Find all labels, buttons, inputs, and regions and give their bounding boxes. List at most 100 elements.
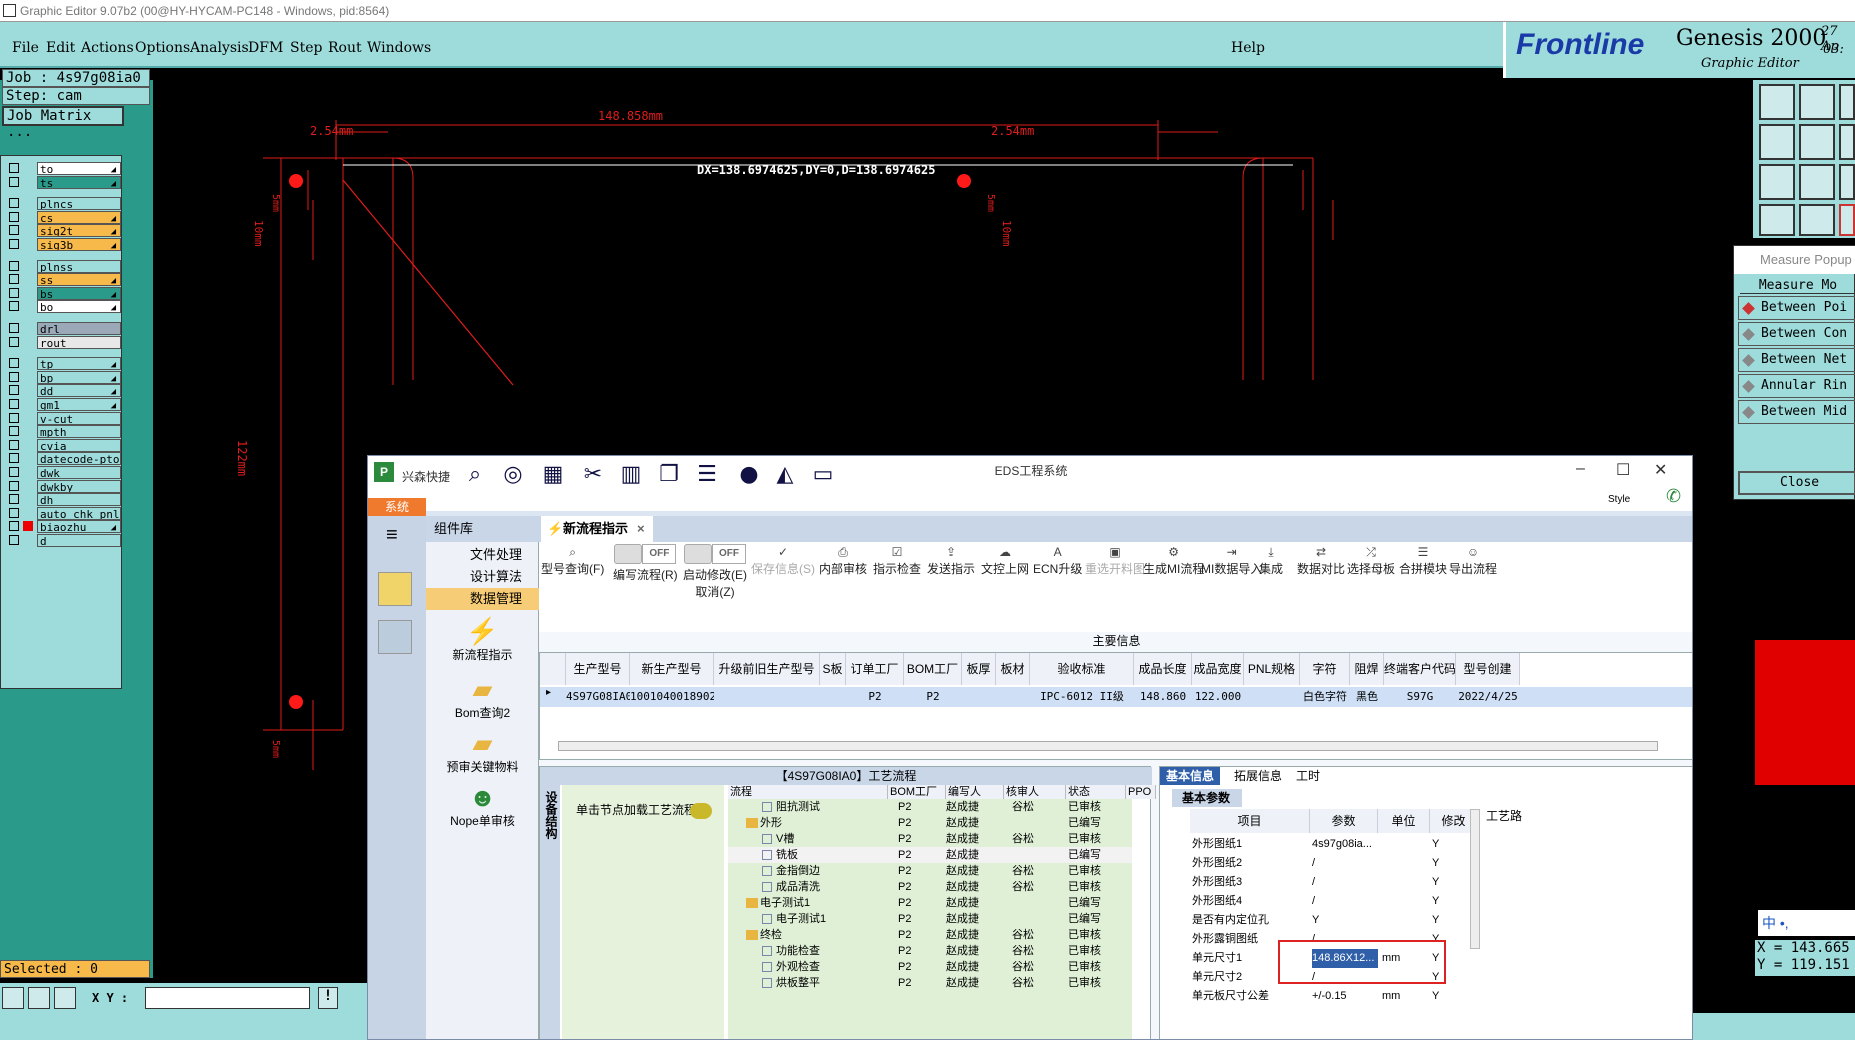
layer-checkbox[interactable] xyxy=(9,412,19,423)
layer-name[interactable]: rout xyxy=(37,335,121,349)
toolbar-button-5[interactable]: ☑ 指示检查 xyxy=(873,544,921,577)
layer-checkbox[interactable] xyxy=(9,521,19,532)
table-cell[interactable]: 2022/4/25 xyxy=(1456,687,1520,707)
column-header[interactable]: 新生产型号 xyxy=(630,653,714,685)
info-row[interactable]: 外形图纸4 / Y xyxy=(1160,892,1692,911)
toolbar-button-13[interactable]: ⇄ 数据对比 xyxy=(1297,544,1345,577)
layer-checkbox[interactable] xyxy=(9,480,19,491)
basic-params-tab[interactable]: 基本参数 xyxy=(1172,789,1242,807)
table-cell[interactable]: 4S97G08IA0 xyxy=(566,687,630,707)
hamburger-icon[interactable]: ≡ xyxy=(386,524,398,547)
minimize-icon[interactable]: – xyxy=(1576,460,1585,478)
info-cell-param[interactable]: / xyxy=(1312,892,1378,911)
layer-name[interactable]: v-cut xyxy=(37,411,121,425)
layer-name[interactable]: ◢ sig2t xyxy=(37,224,121,238)
tree-column-header[interactable]: 流程 xyxy=(728,785,888,799)
tree-column-header[interactable]: 核审人 xyxy=(1004,785,1066,799)
table-cell[interactable]: 148.860 xyxy=(1134,687,1192,707)
info-cell-param[interactable]: Y xyxy=(1312,911,1378,930)
info-column-header[interactable]: 单位 xyxy=(1378,809,1430,833)
nav-nope-review[interactable]: ☻ Nope单审核 xyxy=(426,782,539,829)
layer-name[interactable]: dh xyxy=(37,493,121,507)
info-row[interactable]: 是否有内定位孔 Y Y xyxy=(1160,911,1692,930)
calculator-icon[interactable] xyxy=(378,620,412,654)
column-header[interactable]: 型号创建 xyxy=(1456,653,1520,685)
column-header[interactable]: 订单工厂 xyxy=(846,653,904,685)
table-cell[interactable] xyxy=(962,687,996,707)
tab-new-flow[interactable]: ⚡ 新流程指示 × xyxy=(541,516,653,542)
layer-checkbox[interactable] xyxy=(9,301,19,312)
measure-option-points[interactable]: Between Poi xyxy=(1738,296,1855,320)
nav-prereview[interactable]: ▰ 预审关键物料 xyxy=(426,728,539,775)
tool-icon-11[interactable] xyxy=(1799,204,1835,236)
cancel-label[interactable]: 取消(Z) xyxy=(683,583,747,600)
toolbar-button-9[interactable]: ▣ 重选开料图 xyxy=(1085,544,1145,577)
nav-file-processing[interactable]: 文件处理 xyxy=(426,544,539,566)
layer-name[interactable]: ◢ bp xyxy=(37,370,121,384)
layer-checkbox[interactable] xyxy=(9,211,19,222)
layer-checkbox[interactable] xyxy=(9,535,19,545)
nav-bom-query[interactable]: ▰ Bom查询2 xyxy=(426,674,539,721)
table-cell[interactable] xyxy=(714,687,820,707)
info-cell-param[interactable]: / xyxy=(1312,854,1378,873)
layer-checkbox[interactable] xyxy=(9,439,19,450)
tree-row[interactable]: 电子测试1 P2 赵成捷 已编写 xyxy=(728,911,1132,927)
table-cell[interactable]: IPC-6012 II级 xyxy=(1030,687,1134,707)
ime-indicator[interactable]: 中 •, xyxy=(1758,910,1855,936)
menu-windows[interactable]: Windows xyxy=(367,40,431,56)
info-row[interactable]: 外形图纸2 / Y xyxy=(1160,854,1692,873)
tool-icon-2[interactable] xyxy=(1799,84,1835,120)
layer-checkbox[interactable] xyxy=(9,467,19,477)
process-side-tab[interactable]: 设备结构 xyxy=(540,785,560,1039)
layer-checkbox[interactable] xyxy=(9,274,19,285)
table-cell[interactable]: P2 xyxy=(904,687,962,707)
info-cell-param[interactable]: +/-0.15 xyxy=(1312,987,1378,1006)
tab-extended-info[interactable]: 拓展信息 xyxy=(1228,767,1288,785)
tool-icon-5[interactable] xyxy=(1799,124,1835,160)
layer-name[interactable]: d xyxy=(37,534,121,547)
info-row[interactable]: 外形图纸3 / Y xyxy=(1160,873,1692,892)
layer-name[interactable]: ◢ ss xyxy=(37,273,121,287)
layer-name[interactable]: auto_chk_pnl xyxy=(37,506,121,520)
column-header[interactable]: BOM工厂 xyxy=(904,653,962,685)
layer-checkbox[interactable] xyxy=(9,358,19,369)
menu-rout[interactable]: Rout xyxy=(328,40,362,56)
measure-option-contours[interactable]: Between Con xyxy=(1738,322,1855,346)
toolbar-button-3[interactable]: ✓ 保存信息(S) xyxy=(751,544,815,577)
layer-checkbox[interactable] xyxy=(9,198,19,209)
toolbar-button-11[interactable]: ⇥ MI数据导入 xyxy=(1201,544,1262,577)
menu-analysis[interactable]: Analysis xyxy=(190,40,249,56)
phone-icon[interactable]: ✆ xyxy=(1666,486,1681,507)
layer-checkbox[interactable] xyxy=(9,507,19,518)
info-cell-param[interactable]: 4s97g08ia... xyxy=(1312,835,1378,854)
toolbar-button-10[interactable]: ⚙ 生成MI流程 xyxy=(1143,544,1204,577)
measure-tool-icon[interactable] xyxy=(28,987,50,1009)
menu-file[interactable]: File xyxy=(12,40,39,56)
layer-checkbox[interactable] xyxy=(9,163,19,173)
tool-icon-3[interactable] xyxy=(1839,84,1855,120)
layer-name[interactable]: ◢ tp xyxy=(37,357,121,371)
nav-design-algorithm[interactable]: 设计算法 xyxy=(426,566,539,588)
tree-row[interactable]: V槽 P2 赵成捷 谷松 已审核 xyxy=(728,831,1132,847)
column-header[interactable]: 字符 xyxy=(1300,653,1350,685)
layer-checkbox[interactable] xyxy=(9,287,19,298)
maximize-icon[interactable]: ☐ xyxy=(1616,460,1630,480)
layer-name[interactable]: cvia xyxy=(37,438,121,452)
toolbar-button-15[interactable]: ☰ 合拼模块 xyxy=(1399,544,1447,577)
toolbar-button-8[interactable]: A ECN升级 xyxy=(1033,544,1082,577)
tool-icon-7[interactable] xyxy=(1759,164,1795,200)
menu-edit[interactable]: Edit xyxy=(46,40,75,56)
tree-column-header[interactable]: 状态 xyxy=(1066,785,1126,799)
tree-row[interactable]: 功能检查 P2 赵成捷 谷松 已审核 xyxy=(728,943,1132,959)
toolbar-button-14[interactable]: ⤮ 选择母板 xyxy=(1347,544,1395,577)
layer-row[interactable]: d xyxy=(1,533,123,548)
menu-step[interactable]: Step xyxy=(290,40,322,56)
tool-icon-1[interactable] xyxy=(1759,84,1795,120)
tree-row[interactable]: 电子测试1 P2 赵成捷 已编写 xyxy=(728,895,1132,911)
layer-name[interactable]: ◢ gm1 xyxy=(37,398,121,411)
table-cell[interactable]: 10010400189020 xyxy=(630,687,714,707)
column-header[interactable]: 阻焊 xyxy=(1350,653,1384,685)
column-header[interactable]: S板 xyxy=(820,653,846,685)
column-header[interactable]: 板厚 xyxy=(962,653,996,685)
layer-checkbox[interactable] xyxy=(9,494,19,505)
